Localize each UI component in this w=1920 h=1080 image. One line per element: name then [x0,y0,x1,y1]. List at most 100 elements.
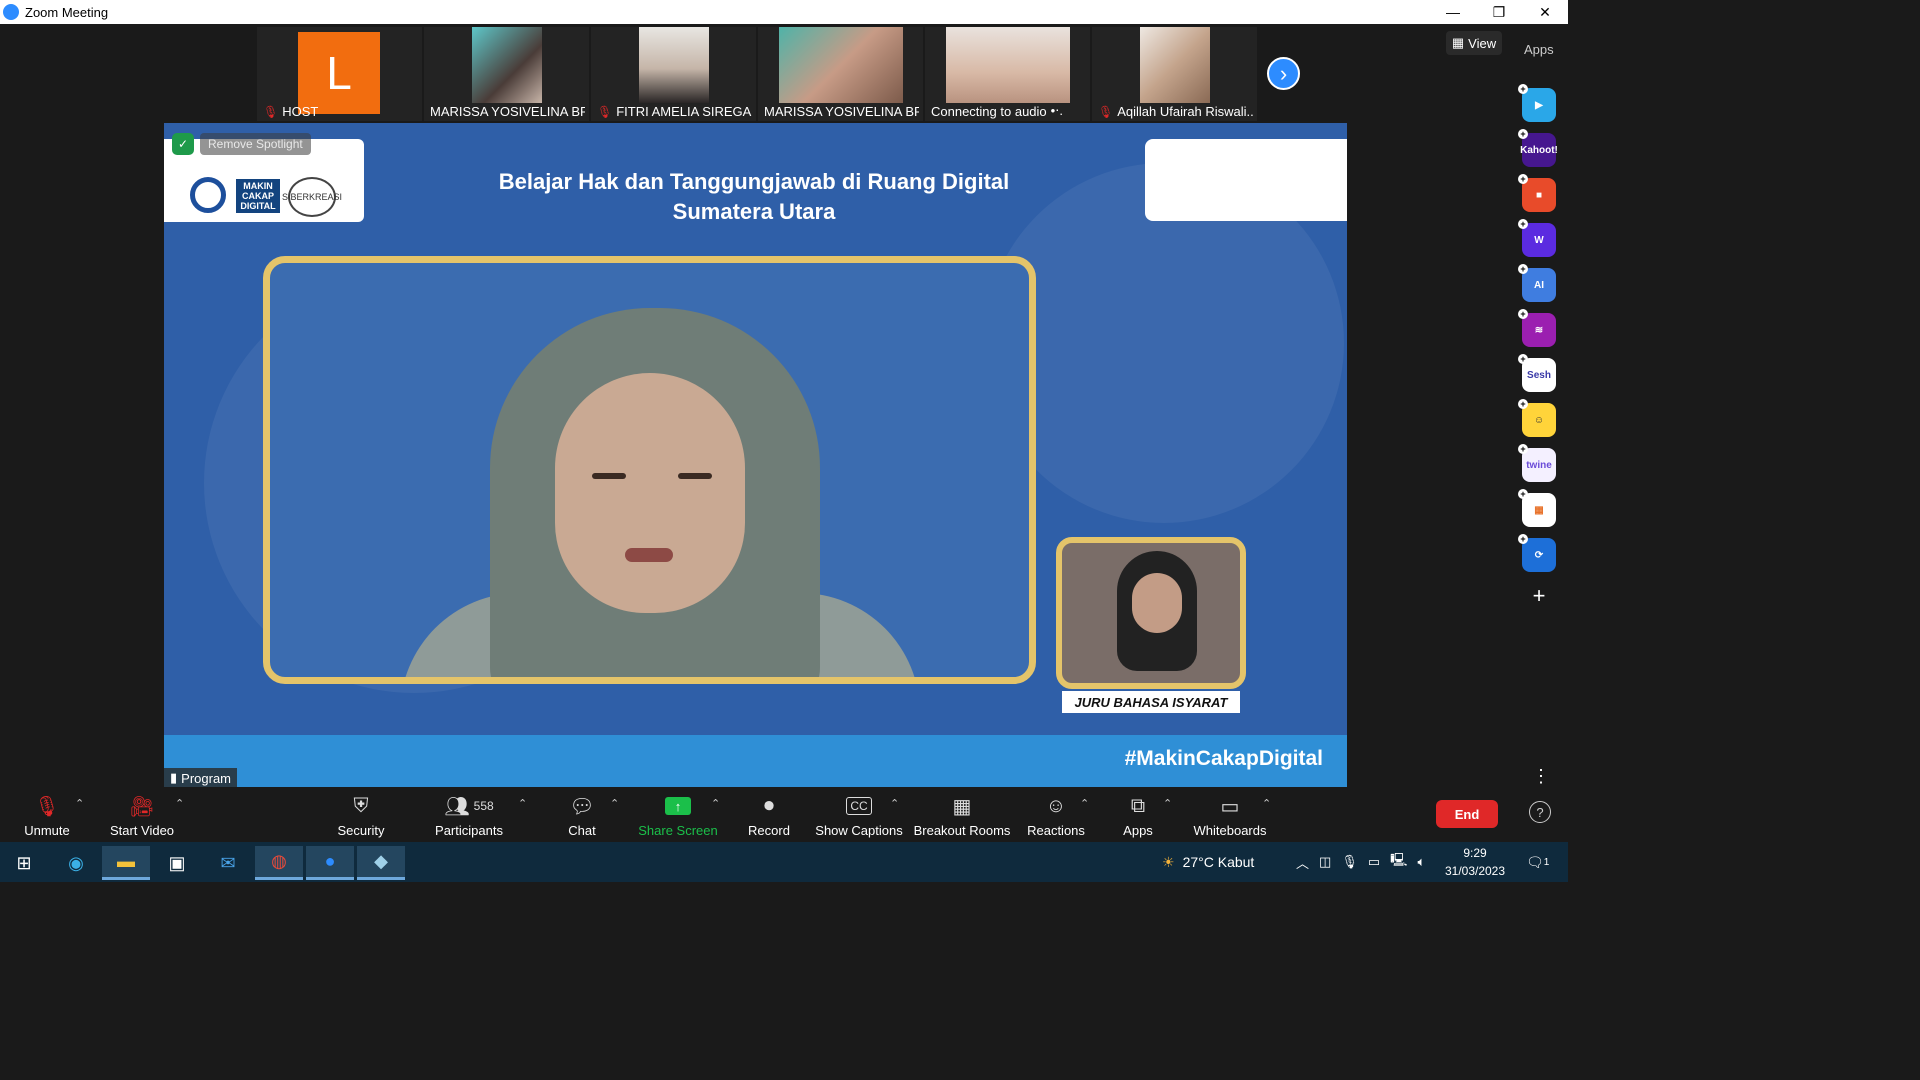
windows-start-icon[interactable]: ⊞ [0,846,48,880]
participants-button[interactable]: 👥︎ 558 Participants [434,791,504,839]
chevron-up-icon[interactable]: ⌃ [75,797,84,810]
share-screen-icon: ↑ [665,797,691,815]
cc-icon: CC [846,791,872,821]
chat-button[interactable]: 💬︎ Chat [566,791,598,839]
apps-button[interactable]: ⧉ Apps [1121,791,1155,839]
minimize-button[interactable]: — [1430,0,1476,24]
participant-video [638,27,709,103]
add-app-icon[interactable]: + [1522,583,1556,609]
chat-label: Chat [568,823,596,838]
restore-button[interactable]: ❐ [1476,0,1522,24]
notifications-button[interactable]: 🗨 1 [1526,842,1549,882]
close-button[interactable]: ✕ [1522,0,1568,24]
breakout-rooms-button[interactable]: ▦ Breakout Rooms [913,791,1011,839]
weather-icon: ☀ [1162,853,1175,870]
participant-video [945,27,1070,103]
help-icon[interactable]: ? [1529,801,1551,823]
app-icon[interactable]: + ■ [1518,174,1556,212]
whiteboards-label: Whiteboards [1193,823,1267,838]
unmute-button[interactable]: 🎙︎ Unmute [22,791,72,839]
participant-tile[interactable]: 🎙︎FITRI AMELIA SIREGAR... [591,27,756,121]
breakout-rooms-label: Breakout Rooms [913,823,1011,838]
participant-strip: L 🎙︎HOST MARISSA YOSIVELINA BR ... 🎙︎FIT… [257,27,1257,121]
clock-date: 31/03/2023 [1444,864,1506,878]
edge-browser-icon[interactable]: ◉ [52,846,100,880]
app-icon[interactable]: + ▶ [1518,84,1556,122]
app-icon[interactable]: + ▦ [1518,489,1556,527]
participant-name: Connecting to audio [931,103,1047,119]
program-label: Program [181,770,232,786]
battery-icon[interactable]: ▭ [1368,854,1380,870]
participant-tile[interactable]: MARISSA YOSIVELINA BR ... [758,27,923,121]
show-captions-button[interactable]: CC Show Captions [815,791,903,838]
sesh-app-icon[interactable]: + Sesh [1518,354,1556,392]
app-icon[interactable]: + AI [1518,264,1556,302]
chevron-up-icon[interactable]: ⌃ [610,797,619,810]
interpreter-label: JURU BAHASA ISYARAT [1062,691,1240,713]
microphone-icon[interactable]: 🎙︎ [1341,854,1358,870]
participant-name: MARISSA YOSIVELINA BR ... [764,104,919,119]
chevron-up-icon[interactable]: ⌃ [1262,797,1271,810]
end-meeting-button[interactable]: End [1436,800,1498,828]
whiteboards-button[interactable]: ▭ Whiteboards [1193,791,1267,839]
chevron-up-icon[interactable]: ⌃ [711,797,720,810]
app-taskbar-icon[interactable]: ◆ [357,846,405,880]
clock-time: 9:29 [1463,846,1487,860]
participant-name: Aqillah Ufairah Riswali... [1117,104,1253,119]
participant-tile[interactable]: MARISSA YOSIVELINA BR ... [424,27,589,121]
chevron-up-icon[interactable]: ⌃ [890,797,899,810]
chevron-up-icon[interactable]: ⌃ [1080,797,1089,810]
speaker-video [263,256,1036,684]
chevron-up-icon[interactable]: ︿ [1296,853,1309,872]
record-button[interactable]: ⏺ Record [748,791,790,839]
file-explorer-icon[interactable]: ▬ [102,846,150,880]
volume-icon[interactable]: 🔈︎ [1417,854,1425,870]
app-icon[interactable]: + W [1518,219,1556,257]
chevron-up-icon[interactable]: ⌃ [518,797,527,810]
participant-video [1139,27,1210,103]
camera-icon[interactable]: ◫ [1319,854,1331,870]
sign-language-interpreter-video [1056,537,1246,689]
notification-count: 1 [1543,856,1550,868]
mail-icon[interactable]: ✉ [204,846,252,880]
system-tray: ︿ ◫ 🎙︎ ▭ 🖳 🔈︎ [1296,842,1425,882]
next-page-icon[interactable]: › [1267,57,1300,90]
spotlight-video: MAKIN CAKAP DIGITAL SIBERKREASI ✓ Remove… [164,123,1347,787]
start-video-button[interactable]: 🎥︎ Start Video [108,791,176,839]
app-icon[interactable]: + ≋ [1518,309,1556,347]
app-icon[interactable]: + ☺ [1518,399,1556,437]
participant-tile[interactable]: 🎙︎ Aqillah Ufairah Riswali... [1092,27,1257,121]
breakout-rooms-icon: ▦ [952,795,972,818]
reactions-button[interactable]: ☺ Reactions [1027,791,1085,839]
twine-app-icon[interactable]: + twine [1518,444,1556,482]
hashtag-text: #MakinCakapDigital [1124,747,1323,770]
avatar: L [298,32,380,114]
kahoot-app-icon[interactable]: + Kahoot! [1518,129,1558,167]
chevron-up-icon[interactable]: ⌃ [1163,797,1172,810]
participant-tile[interactable]: L 🎙︎ HOST [257,27,422,121]
share-screen-button[interactable]: ↑ Share Screen [638,791,718,838]
zoom-taskbar-icon[interactable]: ● [306,846,354,880]
view-button[interactable]: ▦ View [1446,31,1502,55]
slide-title-line1: Belajar Hak dan Tanggungjawab di Ruang D… [498,169,1010,194]
share-screen-label: Share Screen [638,823,718,838]
chevron-up-icon[interactable]: ⌃ [175,797,184,810]
chrome-icon[interactable]: ◍ [255,846,303,880]
security-button[interactable]: ⛨ Security [336,791,386,839]
shield-icon[interactable]: ✓ [172,133,194,155]
remove-spotlight-button[interactable]: Remove Spotlight [200,133,311,155]
window-title: Zoom Meeting [25,4,109,20]
clock[interactable]: 9:29 31/03/2023 [1440,844,1510,880]
people-icon: 👥︎ [444,795,470,818]
app-icon[interactable]: + ⟳ [1518,534,1556,572]
chat-bubble-icon: 💬︎ [569,795,595,818]
more-options-icon[interactable]: ⋮ [1532,766,1550,787]
weather-widget[interactable]: ☀ 27°C Kabut [1162,842,1254,882]
microsoft-store-icon[interactable]: ▣ [153,846,201,880]
participant-video [471,27,542,103]
security-label: Security [337,823,385,838]
participant-tile[interactable]: Connecting to audio •⋅. [925,27,1090,121]
network-icon[interactable]: 🖳 [1390,851,1407,873]
smile-icon: ☺ [1045,794,1067,817]
whiteboard-icon: ▭ [1220,795,1240,818]
